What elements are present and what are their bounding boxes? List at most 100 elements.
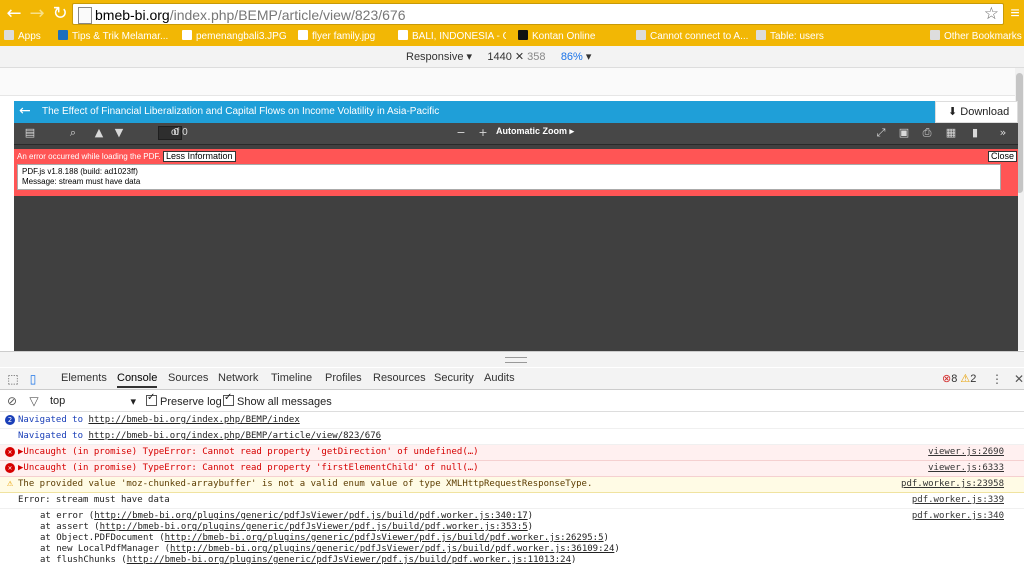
article-title: The Effect of Financial Liberalization a…	[42, 106, 440, 117]
tab-audits[interactable]: Audits	[484, 372, 515, 384]
apple-icon	[636, 30, 646, 40]
kontan-k-icon	[518, 30, 528, 40]
tab-console[interactable]: Console	[117, 372, 158, 388]
bookmark-bali[interactable]: BALI, INDONESIA - C...	[398, 30, 506, 44]
repeat-count-badge: 2	[5, 415, 15, 425]
close-devtools-icon[interactable]: ✕	[1012, 372, 1024, 386]
less-information-button[interactable]: Less Information	[163, 151, 236, 162]
devtools-splitter[interactable]	[0, 351, 1024, 367]
source-link[interactable]: pdf.worker.js:339	[912, 493, 1004, 508]
bookmark-star-icon[interactable]: ☆	[984, 4, 999, 24]
bookmark-other[interactable]: Other Bookmarks	[930, 30, 1024, 44]
warning-icon: ⚠	[960, 373, 971, 385]
page-count: of 0	[171, 127, 188, 138]
tab-elements[interactable]: Elements	[61, 372, 107, 384]
warning-icon: ⚠	[6, 478, 14, 489]
search-icon[interactable]: ⌕	[66, 126, 80, 140]
console-message[interactable]: ✕ ▶Uncaught (in promise) TypeError: Cann…	[0, 461, 1024, 477]
presentation-mode-icon[interactable]: ⤢	[874, 126, 888, 140]
console-link[interactable]: http://bmeb-bi.org/index.php/BEMP/articl…	[88, 431, 381, 441]
source-link[interactable]: pdf.worker.js:23958	[901, 477, 1004, 492]
bookmarks-bar: Apps Tips & Trik Melamar... pemenangbali…	[0, 28, 1024, 46]
viewport-width[interactable]: 1440	[487, 51, 511, 63]
bookmark-kontan[interactable]: Kontan Online	[518, 30, 604, 44]
download-icon: ⬇	[948, 106, 958, 118]
tab-security[interactable]: Security	[434, 372, 474, 384]
download-button[interactable]: ⬇ Download	[935, 101, 1018, 123]
save-icon[interactable]: ▦	[944, 126, 958, 140]
error-message: An error occurred while loading the PDF.	[17, 152, 161, 161]
previous-page-icon[interactable]: ▲	[92, 126, 106, 140]
zoom-out-icon[interactable]: −	[454, 126, 468, 140]
source-link[interactable]: viewer.js:6333	[928, 461, 1004, 476]
error-icon: ✕	[5, 447, 15, 457]
bookmark-flyer[interactable]: flyer family.jpg	[298, 30, 386, 44]
bookmark-cannot-connect[interactable]: Cannot connect to A...	[636, 30, 748, 44]
stack-frame: at flushChunks (http://bmeb-bi.org/plugi…	[40, 555, 577, 565]
dimension-swap-icon[interactable]: ✕	[515, 51, 524, 63]
console-filter-bar: ⊘ ▽ top▾ Preserve log Show all messages	[0, 391, 1024, 412]
tab-sources[interactable]: Sources	[168, 372, 208, 384]
url-text: bmeb-bi.org/index.php/BEMP/article/view/…	[95, 7, 406, 23]
tab-profiles[interactable]: Profiles	[325, 372, 362, 384]
file-icon	[298, 30, 308, 40]
error-icon: ✕	[5, 463, 15, 473]
show-all-messages-checkbox[interactable]: Show all messages	[223, 392, 332, 408]
forward-arrow-icon[interactable]: →	[26, 3, 48, 25]
context-select[interactable]: top ▾	[50, 395, 136, 408]
checkbox-icon	[146, 392, 157, 406]
error-detail-textarea[interactable]: PDF.js v1.8.188 (build: ad1023ff) Messag…	[17, 164, 1001, 190]
error-icon: ⊗	[942, 373, 952, 385]
back-arrow-icon[interactable]: ←	[3, 3, 25, 25]
filter-icon[interactable]: ▽	[27, 394, 41, 408]
tab-network[interactable]: Network	[218, 372, 258, 384]
console-link[interactable]: http://bmeb-bi.org/plugins/generic/pdfJs…	[127, 555, 571, 565]
print-icon[interactable]: ⎙	[920, 126, 934, 140]
folder-icon	[930, 30, 940, 40]
checkbox-icon	[223, 392, 234, 406]
bookmark-apps[interactable]: Apps	[4, 30, 48, 44]
tab-resources[interactable]: Resources	[373, 372, 426, 384]
zoom-in-icon[interactable]: +	[476, 126, 490, 140]
zoom-select[interactable]: Automatic Zoom ▸	[496, 126, 586, 140]
device-mode-select[interactable]: Responsive	[406, 51, 463, 63]
clear-console-icon[interactable]: ⊘	[5, 394, 19, 408]
bookmark-pemenang[interactable]: pemenangbali3.JPG	[182, 30, 286, 44]
device-mode-icon[interactable]: ▯	[26, 372, 40, 386]
page-icon	[78, 7, 92, 24]
console-message: Error: stream must have data pdf.worker.…	[0, 493, 1024, 509]
article-title-bar: ← The Effect of Financial Liberalization…	[14, 101, 1018, 123]
next-page-icon[interactable]: ▼	[112, 126, 126, 140]
bookmark-icon[interactable]: ▮	[968, 126, 982, 140]
page-background	[0, 68, 1024, 96]
console-message: ⚠ The provided value 'moz-chunked-arrayb…	[0, 477, 1024, 493]
devtools-tabbar: ⬚ ▯ Elements Console Sources Network Tim…	[0, 368, 1024, 390]
bookmark-table-users[interactable]: Table: users	[756, 30, 834, 44]
tab-timeline[interactable]: Timeline	[271, 372, 312, 384]
console-message: Navigated to http://bmeb-bi.org/index.ph…	[0, 429, 1024, 445]
file-icon	[182, 30, 192, 40]
error-warning-counter[interactable]: ⊗8 ⚠2	[942, 372, 976, 385]
open-file-icon[interactable]: ▣	[897, 126, 911, 140]
back-arrow-icon[interactable]: ←	[19, 103, 31, 119]
close-error-button[interactable]: Close	[988, 151, 1018, 162]
sidebar-toggle-icon[interactable]: ▤	[23, 126, 37, 140]
tools-chevron-icon[interactable]: »	[996, 126, 1010, 140]
source-link[interactable]: viewer.js:2690	[928, 445, 1004, 460]
reload-icon[interactable]: ↻	[49, 3, 71, 25]
pma-icon	[756, 30, 766, 40]
browser-menu-icon[interactable]: ≡	[1008, 3, 1022, 25]
viewport-height[interactable]: 358	[527, 51, 545, 63]
more-options-icon[interactable]: ⋮	[990, 372, 1004, 386]
zoom-select[interactable]: 86%	[561, 51, 583, 63]
console-output: 2 Navigated to http://bmeb-bi.org/index.…	[0, 413, 1024, 565]
bookmark-tips[interactable]: Tips & Trik Melamar...	[58, 30, 174, 44]
console-link[interactable]: http://bmeb-bi.org/index.php/BEMP/index	[88, 415, 299, 425]
address-bar[interactable]: bmeb-bi.org/index.php/BEMP/article/view/…	[72, 3, 1004, 25]
favicon-icon	[58, 30, 68, 40]
inspect-icon[interactable]: ⬚	[6, 372, 20, 386]
preserve-log-checkbox[interactable]: Preserve log	[146, 392, 222, 408]
console-message[interactable]: ✕ ▶Uncaught (in promise) TypeError: Cann…	[0, 445, 1024, 461]
apps-grid-icon	[4, 30, 14, 40]
device-toolbar: Responsive ▾ 1440 ✕ 358 86% ▾	[0, 46, 1024, 68]
